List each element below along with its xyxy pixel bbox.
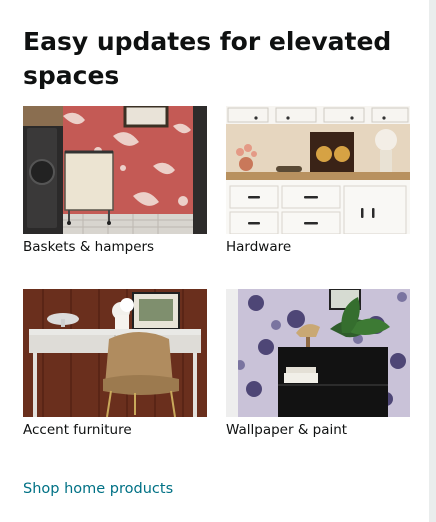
shop-home-products-link[interactable]: Shop home products [23, 479, 173, 499]
category-tile-hardware[interactable]: Hardware [226, 106, 410, 256]
category-tile-wallpaper-paint[interactable]: Wallpaper & paint [226, 289, 410, 439]
tile-label-baskets[interactable]: Baskets & hampers [23, 238, 207, 256]
wallpaper-paint-image[interactable] [226, 289, 410, 417]
card-title: Easy updates for elevated spaces [23, 27, 392, 90]
tile-label-accent-furniture[interactable]: Accent furniture [23, 421, 207, 439]
category-tile-baskets[interactable]: Baskets & hampers [23, 106, 207, 256]
category-tile-accent-furniture[interactable]: Accent furniture [23, 289, 207, 439]
hardware-image[interactable] [226, 106, 410, 234]
page-background-edge [429, 0, 436, 522]
baskets-hampers-image[interactable] [23, 106, 207, 234]
accent-furniture-image[interactable] [23, 289, 207, 417]
tile-label-hardware[interactable]: Hardware [226, 238, 410, 256]
product-card: Easy updates for elevated spaces Baskets… [0, 0, 429, 522]
tile-label-wallpaper-paint[interactable]: Wallpaper & paint [226, 421, 410, 439]
